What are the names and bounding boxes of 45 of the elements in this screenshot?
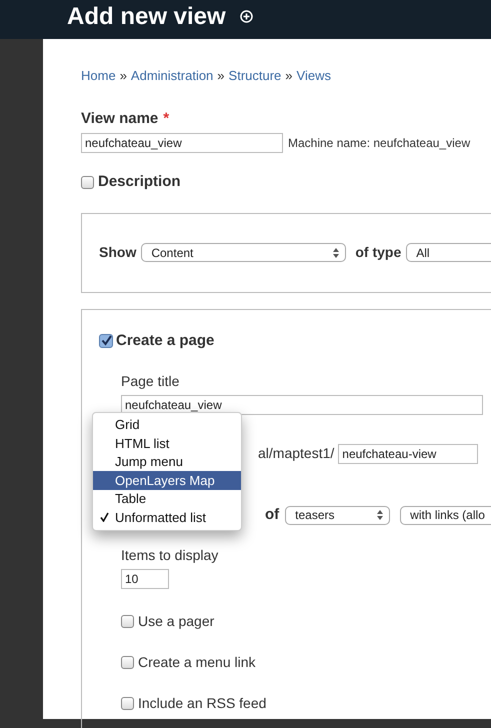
path-prefix-text: al/maptest1/: [258, 444, 334, 463]
field-label: Show: [99, 243, 136, 262]
breadcrumb-separator: »: [217, 67, 225, 85]
field-label: View name: [81, 108, 158, 128]
chevron-updown-icon: [333, 248, 340, 258]
breadcrumb-link[interactable]: Structure: [228, 66, 282, 86]
required-marker: *: [163, 108, 170, 128]
page-title-field[interactable]: neufchateau_view: [121, 395, 483, 415]
breadcrumb-separator: »: [120, 67, 127, 85]
page-title: Add new view: [67, 4, 226, 28]
field-label: Items to display: [121, 546, 218, 565]
checkbox[interactable]: [121, 656, 134, 668]
breadcrumb-link[interactable]: Home: [81, 66, 116, 86]
links-select[interactable]: with links (allo: [400, 506, 491, 525]
menu-item[interactable]: OpenLayers Map: [93, 471, 241, 490]
menu-item[interactable]: Jump menu: [93, 452, 241, 471]
teasers-select[interactable]: teasers: [285, 506, 390, 525]
breadcrumb-separator: »: [285, 67, 293, 85]
checkbox-label: Include an RSS feed: [138, 694, 266, 712]
checkbox[interactable]: [81, 176, 94, 189]
chevron-updown-icon: [377, 510, 384, 520]
checkbox[interactable]: [121, 614, 134, 628]
type-select[interactable]: All: [406, 243, 491, 262]
field-label: Page title: [121, 372, 180, 391]
menu-item[interactable]: Table: [93, 490, 241, 508]
show-select[interactable]: Content: [141, 243, 346, 262]
field-label: of: [265, 505, 280, 525]
menu-item[interactable]: HTML list: [93, 434, 241, 452]
menu-item[interactable]: Unformatted list: [93, 508, 241, 526]
machine-name-text: Machine name: neufchateau_view: [288, 135, 470, 152]
checkbox-label: Description: [98, 172, 181, 192]
checkbox-label: Create a menu link: [138, 652, 256, 672]
checkbox-label: Create a page: [116, 330, 214, 350]
checkmark-icon: [100, 512, 108, 522]
checkbox[interactable]: [99, 334, 113, 348]
items-field[interactable]: 10: [121, 568, 169, 588]
path-field[interactable]: neufchateau-view: [338, 444, 478, 464]
field-label: of type: [355, 243, 402, 262]
view-name-field[interactable]: neufchateau_view: [81, 133, 283, 153]
checkbox[interactable]: [121, 696, 134, 710]
menu-item[interactable]: Grid: [93, 416, 241, 434]
breadcrumb-link[interactable]: Views: [296, 66, 331, 86]
plus-circle-icon[interactable]: [240, 10, 253, 23]
checkbox-label: Use a pager: [138, 612, 214, 631]
breadcrumb-link[interactable]: Administration: [130, 66, 214, 86]
